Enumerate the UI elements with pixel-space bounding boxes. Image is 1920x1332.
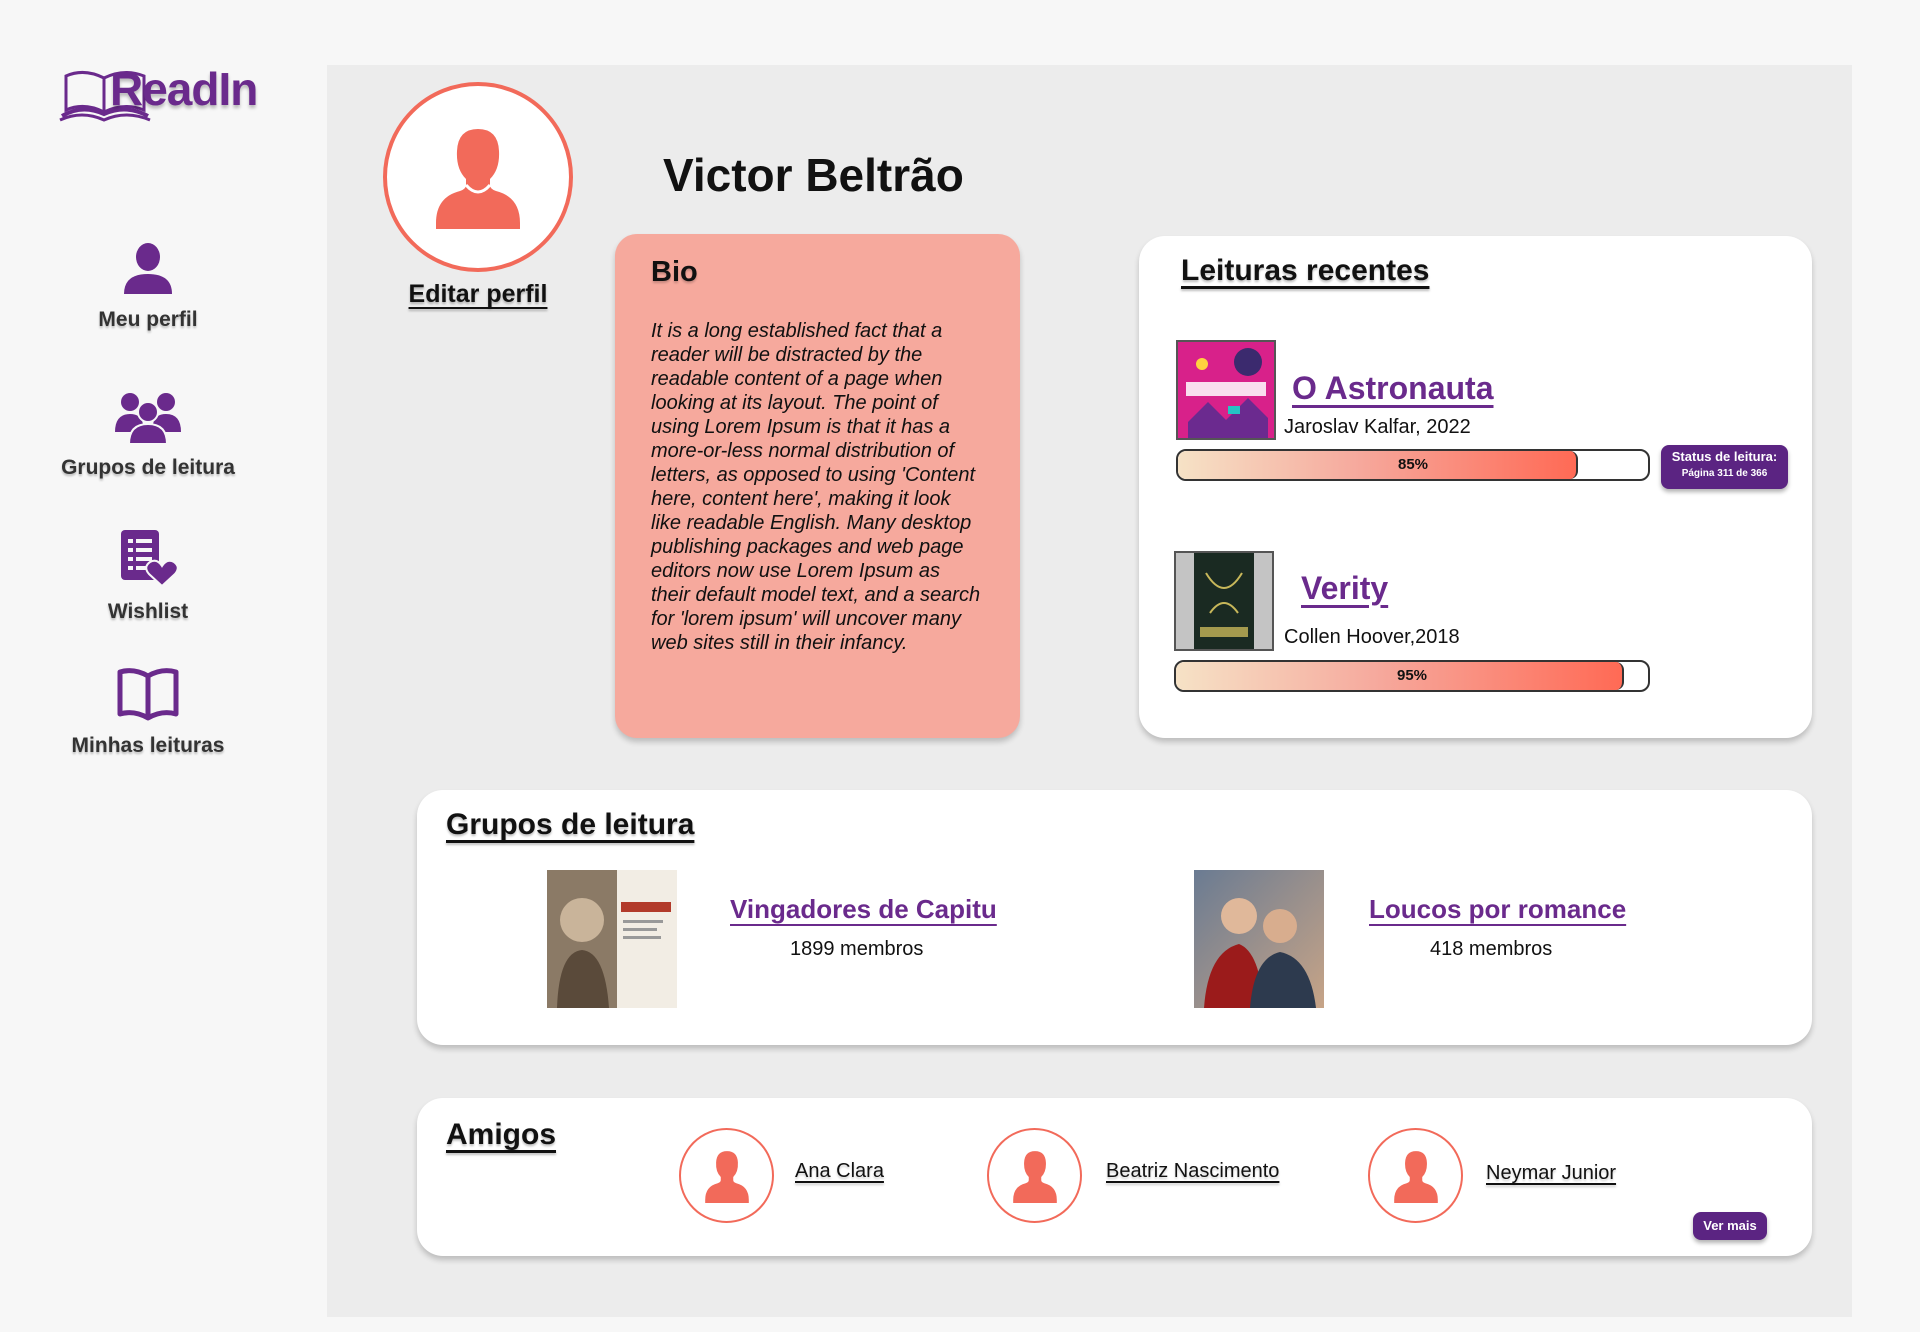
book-cover-verity[interactable] xyxy=(1174,551,1274,651)
book-title-link[interactable]: O Astronauta xyxy=(1292,370,1494,407)
friend-avatar[interactable] xyxy=(679,1128,774,1223)
sidebar-item-meu-perfil[interactable]: Meu perfil xyxy=(48,240,248,332)
sidebar-item-label: Meu perfil xyxy=(98,308,198,331)
sidebar-item-label: Wishlist xyxy=(107,600,189,623)
book-cover-o-astronauta[interactable] xyxy=(1176,340,1276,440)
user-icon xyxy=(124,243,172,294)
logo[interactable]: ReadIn xyxy=(58,60,268,130)
friend-avatar[interactable] xyxy=(987,1128,1082,1223)
logo-text: ReadIn xyxy=(110,63,258,115)
edit-profile-link[interactable]: Editar perfil xyxy=(383,280,573,309)
status-badge-title: Status de leitura: xyxy=(1671,449,1778,464)
user-silhouette-icon xyxy=(704,1150,749,1203)
see-more-button[interactable]: Ver mais xyxy=(1693,1212,1767,1240)
friend-name-link[interactable]: Beatriz Nascimento xyxy=(1106,1160,1279,1183)
reading-status-badge[interactable]: Status de leitura: Página 311 de 366 xyxy=(1661,445,1788,489)
reading-groups-title: Grupos de leitura xyxy=(446,808,695,841)
book-cover-image xyxy=(1176,553,1272,649)
group-cover-image xyxy=(547,870,677,1008)
sidebar-item-label: Grupos de leitura xyxy=(61,456,235,479)
reading-progress-bar: 85% xyxy=(1176,449,1650,481)
group-cover-loucos-por-romance[interactable] xyxy=(1194,870,1324,1008)
sidebar-item-grupos[interactable]: Grupos de leitura xyxy=(48,388,248,480)
reading-groups-card: Grupos de leitura Vingadores de Capitu 1… xyxy=(417,790,1812,1045)
group-title-link[interactable]: Loucos por romance xyxy=(1369,894,1626,925)
group-members-count: 418 membros xyxy=(1430,938,1553,960)
recent-reads-title: Leituras recentes xyxy=(1181,254,1430,287)
status-badge-page: Página 311 de 366 xyxy=(1681,468,1768,479)
friends-card: Amigos Ana Clara Beatriz Nascimento Neym… xyxy=(417,1098,1812,1256)
book-cover-image xyxy=(1178,342,1274,438)
book-author: Collen Hoover,2018 xyxy=(1284,626,1460,648)
reading-progress-label: 95% xyxy=(1396,667,1428,684)
user-silhouette-icon xyxy=(436,129,520,229)
group-cover-image xyxy=(1194,870,1324,1008)
reading-progress-bar: 95% xyxy=(1174,660,1650,692)
profile-avatar[interactable] xyxy=(383,82,573,272)
book-open-icon xyxy=(117,668,179,721)
user-silhouette-icon xyxy=(1393,1150,1438,1203)
sidebar-item-wishlist[interactable]: Wishlist xyxy=(48,528,248,624)
wishlist-icon xyxy=(121,530,177,588)
group-cover-vingadores[interactable] xyxy=(547,870,677,1008)
reading-progress-label: 85% xyxy=(1397,456,1429,473)
user-silhouette-icon xyxy=(1012,1150,1057,1203)
profile-name: Victor Beltrão xyxy=(663,149,964,201)
friend-name-link[interactable]: Neymar Junior xyxy=(1486,1162,1616,1185)
group-members-count: 1899 membros xyxy=(790,938,924,960)
friends-title: Amigos xyxy=(446,1118,557,1151)
bio-text: It is a long established fact that a rea… xyxy=(651,320,981,654)
users-icon xyxy=(115,393,181,444)
friend-avatar[interactable] xyxy=(1368,1128,1463,1223)
sidebar-item-minhas-leituras[interactable]: Minhas leituras xyxy=(48,668,248,758)
friend-name-link[interactable]: Ana Clara xyxy=(795,1160,884,1183)
recent-reads-card: Leituras recentes O Astronauta Jaroslav … xyxy=(1139,236,1812,738)
book-title-link[interactable]: Verity xyxy=(1301,570,1388,607)
bio-title: Bio xyxy=(651,256,698,288)
group-title-link[interactable]: Vingadores de Capitu xyxy=(730,894,997,925)
bio-card: Bio It is a long established fact that a… xyxy=(615,234,1020,738)
book-author: Jaroslav Kalfar, 2022 xyxy=(1284,416,1471,438)
sidebar-item-label: Minhas leituras xyxy=(71,734,225,757)
